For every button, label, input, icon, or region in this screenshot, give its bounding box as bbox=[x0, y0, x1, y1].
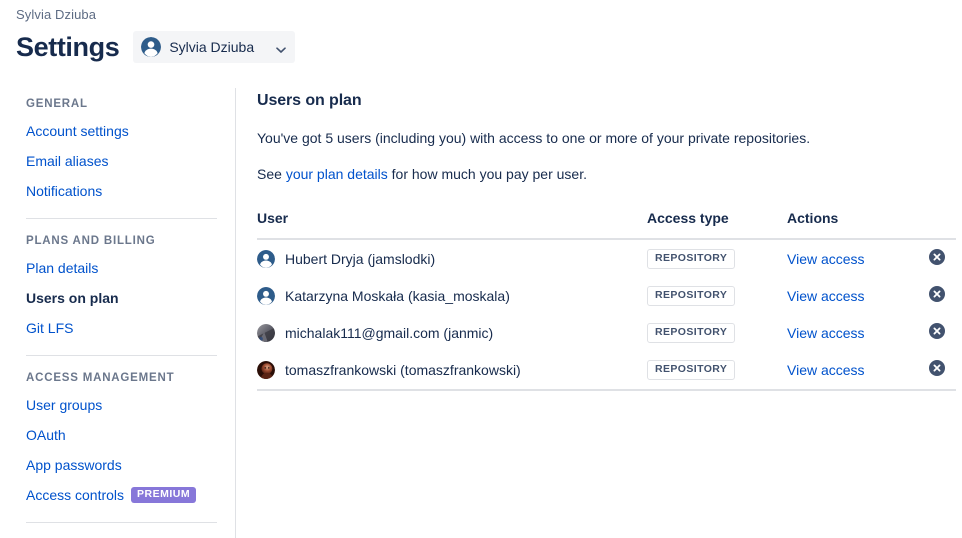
breadcrumb[interactable]: Sylvia Dziuba bbox=[16, 7, 96, 22]
sidebar-heading-plans-and-billing: PLANS AND BILLING bbox=[26, 235, 156, 247]
profile-dropdown-label: Sylvia Dziuba bbox=[169, 39, 255, 55]
sidebar-item-label: Git LFS bbox=[26, 320, 74, 336]
settings-sidebar: GENERAL Account settings Email aliases N… bbox=[0, 88, 236, 538]
users-count-description: You've got 5 users (including you) with … bbox=[257, 130, 811, 146]
sidebar-section-general: GENERAL Account settings Email aliases N… bbox=[0, 88, 235, 206]
actions-cell: View access bbox=[787, 239, 897, 277]
access-type-badge: REPOSITORY bbox=[647, 360, 736, 380]
sidebar-item-label: OAuth bbox=[26, 427, 66, 443]
sidebar-item-label: Plan details bbox=[26, 260, 99, 276]
sidebar-divider bbox=[26, 218, 217, 219]
sidebar-item-access-controls[interactable]: Access controls PREMIUM bbox=[0, 480, 235, 510]
column-header-user: User bbox=[257, 210, 647, 240]
sidebar-item-oauth[interactable]: OAuth bbox=[0, 420, 235, 450]
users-table-body: Hubert Dryja (jamslodki) REPOSITORY View… bbox=[257, 239, 956, 391]
access-type-badge: REPOSITORY bbox=[647, 249, 736, 269]
chevron-down-icon bbox=[276, 42, 286, 53]
sidebar-item-notifications[interactable]: Notifications bbox=[0, 176, 235, 206]
actions-cell: View access bbox=[787, 314, 897, 351]
remove-circle-icon[interactable] bbox=[929, 323, 945, 339]
person-avatar-icon bbox=[141, 37, 162, 57]
sidebar-divider bbox=[26, 355, 217, 356]
table-row: Katarzyna Moskała (kasia_moskala) REPOSI… bbox=[257, 277, 956, 314]
person-avatar-icon bbox=[257, 286, 275, 305]
sidebar-item-label: Email aliases bbox=[26, 153, 109, 169]
plan-line-suffix: for how much you pay per user. bbox=[387, 166, 587, 182]
table-row: tomaszfrankowski (tomaszfrankowski) REPO… bbox=[257, 351, 956, 391]
premium-badge: PREMIUM bbox=[131, 487, 197, 503]
access-type-cell: REPOSITORY bbox=[647, 277, 787, 314]
access-type-badge: REPOSITORY bbox=[647, 286, 736, 306]
table-row: michalak111@gmail.com (janmic) REPOSITOR… bbox=[257, 314, 956, 351]
main-content: Users on plan You've got 5 users (includ… bbox=[257, 90, 957, 391]
sidebar-heading-security: SECURITY bbox=[0, 529, 235, 538]
sidebar-section-plans-and-billing: PLANS AND BILLING Plan details Users on … bbox=[0, 225, 235, 343]
remove-cell bbox=[897, 277, 956, 314]
view-access-link[interactable]: View access bbox=[787, 362, 865, 378]
remove-circle-icon[interactable] bbox=[929, 360, 945, 376]
user-cell: Hubert Dryja (jamslodki) bbox=[257, 239, 647, 277]
sidebar-item-app-passwords[interactable]: App passwords bbox=[0, 450, 235, 480]
user-name: michalak111@gmail.com (janmic) bbox=[285, 324, 494, 341]
view-access-link[interactable]: View access bbox=[787, 251, 865, 267]
remove-circle-icon[interactable] bbox=[929, 286, 945, 302]
plan-line-prefix: See bbox=[257, 166, 286, 182]
access-type-cell: REPOSITORY bbox=[647, 351, 787, 391]
user-name: Katarzyna Moskała (kasia_moskala) bbox=[285, 287, 510, 304]
sidebar-item-label: Users on plan bbox=[26, 290, 119, 306]
sidebar-item-label: Account settings bbox=[26, 123, 129, 139]
your-plan-details-link[interactable]: your plan details bbox=[286, 166, 388, 182]
access-type-cell: REPOSITORY bbox=[647, 314, 787, 351]
remove-cell bbox=[897, 314, 956, 351]
column-header-actions: Actions bbox=[787, 210, 956, 240]
sidebar-item-users-on-plan[interactable]: Users on plan bbox=[0, 283, 235, 313]
title-row: Settings Sylvia Dziuba bbox=[16, 30, 296, 64]
sidebar-heading-general: GENERAL bbox=[26, 98, 88, 110]
user-cell: tomaszfrankowski (tomaszfrankowski) bbox=[257, 351, 647, 391]
sidebar-item-label: App passwords bbox=[26, 457, 122, 473]
user-name: tomaszfrankowski (tomaszfrankowski) bbox=[285, 361, 521, 378]
access-type-badge: REPOSITORY bbox=[647, 323, 736, 343]
sidebar-item-user-groups[interactable]: User groups bbox=[0, 390, 235, 420]
remove-cell bbox=[897, 351, 956, 391]
user-cell: Katarzyna Moskała (kasia_moskala) bbox=[257, 277, 647, 314]
users-table-header: User Access type Actions bbox=[257, 210, 956, 240]
section-title: Users on plan bbox=[257, 92, 362, 109]
column-header-access-type: Access type bbox=[647, 210, 787, 240]
sidebar-divider bbox=[26, 522, 217, 523]
sidebar-item-plan-details[interactable]: Plan details bbox=[0, 253, 235, 283]
sidebar-item-label: Notifications bbox=[26, 183, 103, 199]
view-access-link[interactable]: View access bbox=[787, 325, 865, 341]
table-header-row: User Access type Actions bbox=[257, 210, 956, 240]
plan-details-line: See your plan details for how much you p… bbox=[257, 164, 957, 184]
remove-cell bbox=[897, 239, 956, 277]
sidebar-item-label: Access controls bbox=[26, 487, 125, 503]
settings-page: Sylvia Dziuba Settings Sylvia Dziuba GEN bbox=[0, 0, 962, 538]
table-row: Hubert Dryja (jamslodki) REPOSITORY View… bbox=[257, 239, 956, 277]
user-photo-avatar bbox=[257, 323, 275, 342]
users-table: User Access type Actions Hubert Dryja (j… bbox=[257, 210, 956, 391]
page-title: Settings bbox=[16, 32, 120, 62]
user-name: Hubert Dryja (jamslodki) bbox=[285, 250, 436, 267]
user-photo-avatar bbox=[257, 360, 275, 379]
actions-cell: View access bbox=[787, 277, 897, 314]
sidebar-heading-access-management: ACCESS MANAGEMENT bbox=[26, 372, 175, 384]
sidebar-item-git-lfs[interactable]: Git LFS bbox=[0, 313, 235, 343]
person-avatar-icon bbox=[257, 249, 275, 268]
sidebar-item-label: User groups bbox=[26, 397, 103, 413]
sidebar-item-account-settings[interactable]: Account settings bbox=[0, 116, 235, 146]
user-cell: michalak111@gmail.com (janmic) bbox=[257, 314, 647, 351]
view-access-link[interactable]: View access bbox=[787, 288, 865, 304]
profile-dropdown-button[interactable]: Sylvia Dziuba bbox=[133, 31, 296, 63]
sidebar-section-security: SECURITY bbox=[0, 529, 235, 538]
sidebar-item-email-aliases[interactable]: Email aliases bbox=[0, 146, 235, 176]
remove-circle-icon[interactable] bbox=[929, 249, 945, 265]
sidebar-section-access-management: ACCESS MANAGEMENT User groups OAuth App … bbox=[0, 362, 235, 510]
access-type-cell: REPOSITORY bbox=[647, 239, 787, 277]
actions-cell: View access bbox=[787, 351, 897, 391]
